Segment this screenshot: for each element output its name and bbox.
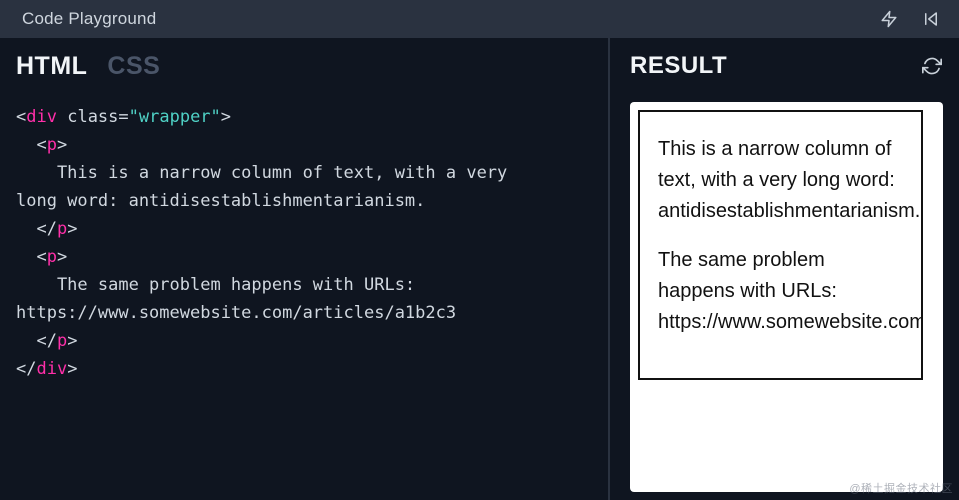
preview-wrapper: This is a narrow column of text, with a … <box>638 110 923 380</box>
skip-back-icon[interactable] <box>921 9 941 29</box>
code-editor[interactable]: <div class="wrapper"> <p> This is a narr… <box>16 103 604 383</box>
watermark: @稀土掘金技术社区 <box>849 480 953 496</box>
result-pane: RESULT This is a narrow column of text, … <box>610 38 959 500</box>
main: HTML CSS <div class="wrapper"> <p> This … <box>0 38 959 500</box>
editor-pane: HTML CSS <div class="wrapper"> <p> This … <box>0 38 610 500</box>
preview-paragraph-1: This is a narrow column of text, with a … <box>658 134 903 227</box>
titlebar: Code Playground <box>0 0 959 38</box>
tab-html[interactable]: HTML <box>16 52 87 81</box>
app-title: Code Playground <box>22 9 156 29</box>
preview-paragraph-2: The same problem happens with URLs: http… <box>658 245 903 338</box>
bolt-icon[interactable] <box>879 9 899 29</box>
editor-tabs: HTML CSS <box>16 52 604 81</box>
tab-css[interactable]: CSS <box>107 52 160 81</box>
result-heading: RESULT <box>630 52 727 80</box>
preview-card: This is a narrow column of text, with a … <box>630 102 943 492</box>
titlebar-actions <box>879 9 941 29</box>
refresh-icon[interactable] <box>921 55 943 77</box>
